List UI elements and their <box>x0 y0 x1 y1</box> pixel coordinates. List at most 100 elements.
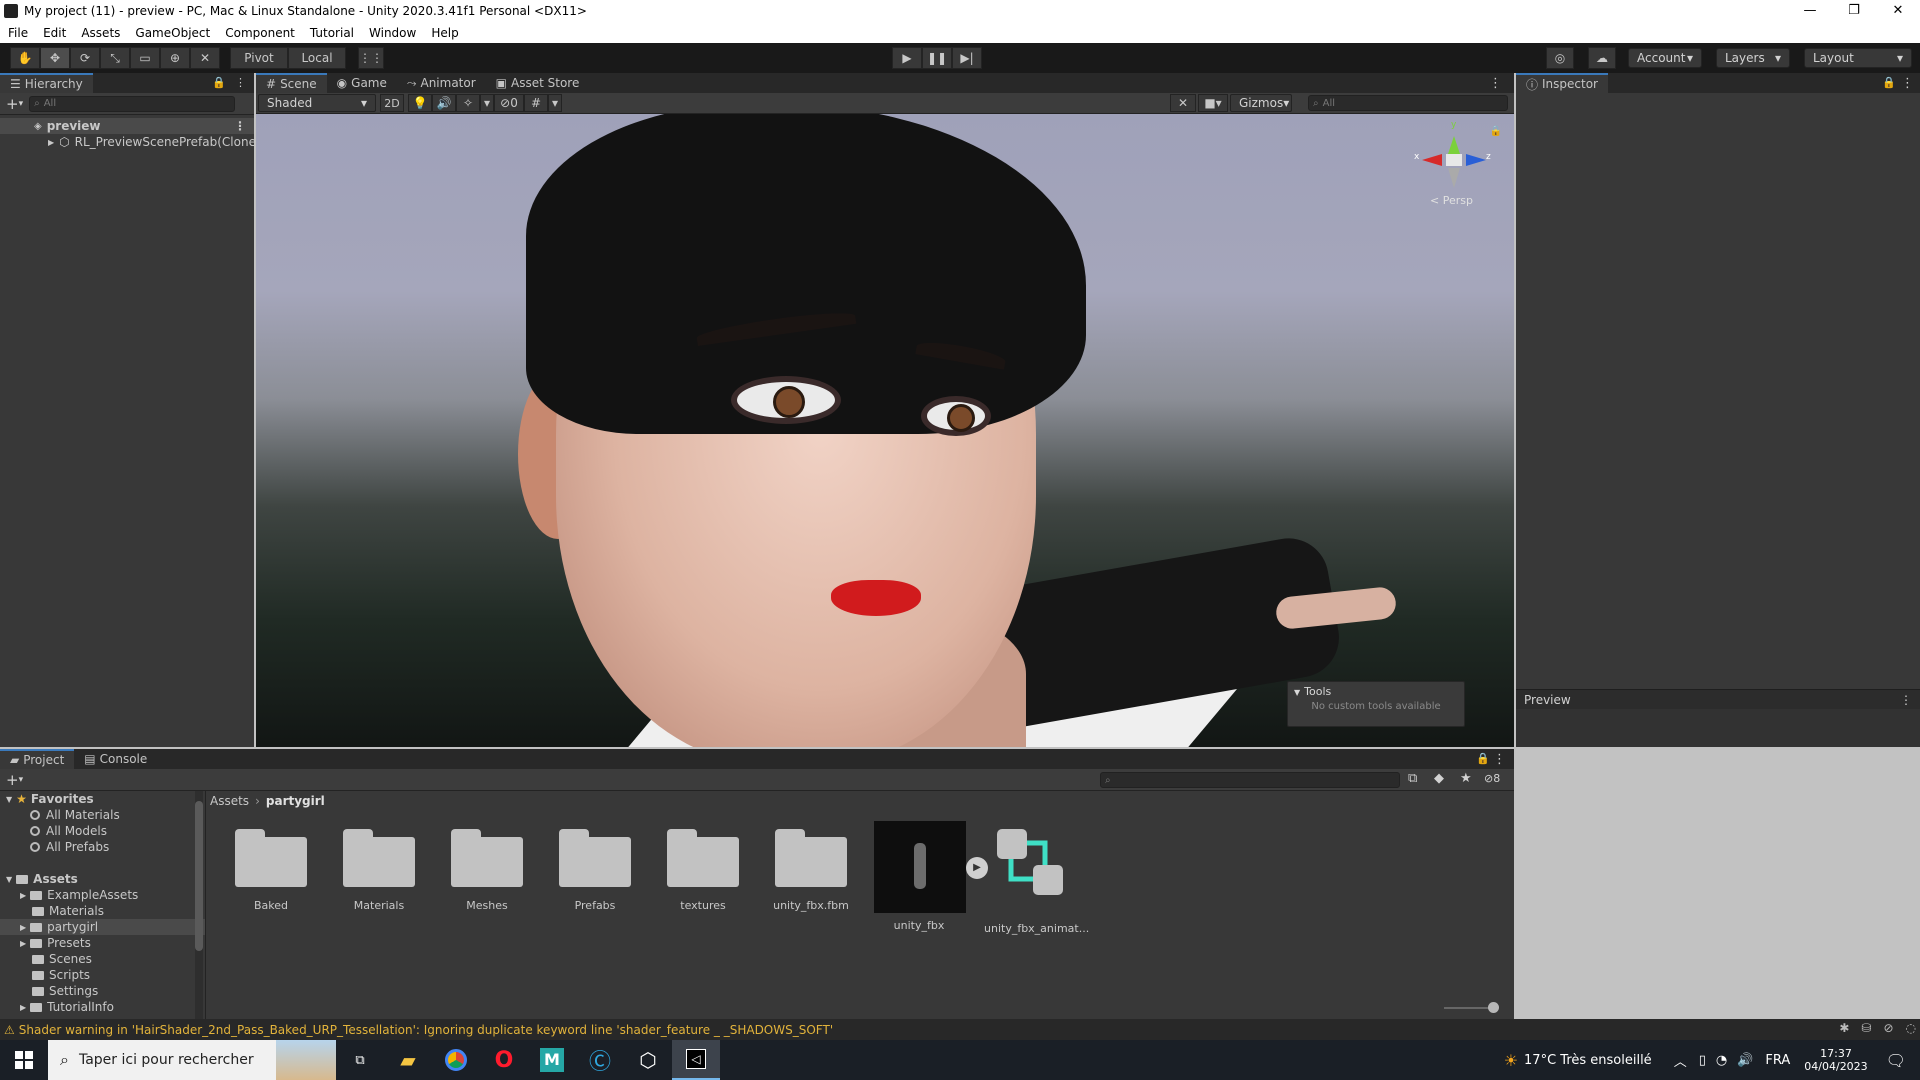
collapse-arrow-icon[interactable]: ▼ <box>6 875 12 884</box>
menu-window[interactable]: Window <box>369 26 416 40</box>
asset-folder[interactable]: Prefabs <box>550 829 640 912</box>
folder-item[interactable]: ▶ Presets <box>0 935 205 951</box>
menu-file[interactable]: File <box>8 26 28 40</box>
pause-button[interactable]: ❚❚ <box>922 47 952 69</box>
kebab-menu-icon[interactable]: ⋮ <box>1489 76 1502 91</box>
effects-icon[interactable]: ✧ <box>456 94 480 112</box>
volume-icon[interactable]: 🔊 <box>1737 1053 1753 1068</box>
filter-type-icon[interactable]: ⧉ <box>1408 771 1417 786</box>
folder-item[interactable]: ▶ ExampleAssets <box>0 887 205 903</box>
chevron-down-icon[interactable]: ▾ <box>548 94 562 112</box>
preview-header[interactable]: Preview ⋮ <box>1516 689 1920 709</box>
expand-arrow-icon[interactable]: ▶ <box>20 891 26 900</box>
lock-icon[interactable]: 🔒 <box>1476 752 1490 765</box>
cloud-icon[interactable]: ☁ <box>1588 47 1616 69</box>
rect-tool-icon[interactable]: ▭ <box>130 47 160 69</box>
expand-arrow-icon[interactable]: ▶ <box>20 923 26 932</box>
unity-hub-icon[interactable]: ⬡ <box>624 1040 672 1080</box>
favorite-item[interactable]: All Models <box>0 823 205 839</box>
assets-row[interactable]: ▼ Assets <box>0 871 205 887</box>
slider-thumb[interactable] <box>1488 1002 1499 1013</box>
kebab-menu-icon[interactable]: ⋮ <box>235 76 246 89</box>
label-tag-icon[interactable]: ◆ <box>1434 771 1444 786</box>
local-toggle[interactable]: Local <box>288 47 346 69</box>
favorites-row[interactable]: ▼ ★ Favorites <box>0 791 205 807</box>
folder-item-selected[interactable]: ▶ partygirl <box>0 919 205 935</box>
gizmos-dropdown[interactable]: Gizmos ▾ <box>1230 94 1292 112</box>
shading-dropdown[interactable]: Shaded ▾ <box>258 94 376 112</box>
folder-item[interactable]: Scripts <box>0 967 205 983</box>
tab-scene[interactable]: # Scene <box>256 73 327 93</box>
breadcrumb-partygirl[interactable]: partygirl <box>266 794 325 808</box>
transform-tool-icon[interactable]: ⊕ <box>160 47 190 69</box>
folder-tree-scrollbar[interactable] <box>195 791 203 1019</box>
tab-inspector[interactable]: ⓘ Inspector <box>1516 73 1608 93</box>
camera-icon[interactable]: ■▾ <box>1198 94 1228 112</box>
tab-project[interactable]: ▰ Project <box>0 749 75 769</box>
scale-tool-icon[interactable]: ⤡ <box>100 47 130 69</box>
scrollbar-thumb[interactable] <box>195 801 203 951</box>
menu-component[interactable]: Component <box>225 26 295 40</box>
file-explorer-icon[interactable]: ▰ <box>384 1040 432 1080</box>
clock[interactable]: 17:37 04/04/2023 <box>1804 1047 1867 1073</box>
custom-tool-icon[interactable]: ✕ <box>190 47 220 69</box>
menu-assets[interactable]: Assets <box>81 26 120 40</box>
collapse-arrow-icon[interactable]: ▼ <box>6 795 12 804</box>
star-icon[interactable]: ★ <box>1460 771 1472 786</box>
grid-toggle-icon[interactable]: # <box>524 94 548 112</box>
move-tool-icon[interactable]: ✥ <box>40 47 70 69</box>
chrome-icon[interactable] <box>432 1040 480 1080</box>
project-search-input[interactable]: ⌕ <box>1100 772 1400 788</box>
chevron-down-icon[interactable]: ▾ <box>19 775 24 785</box>
kebab-menu-icon[interactable]: ⋮ <box>1900 693 1912 707</box>
hand-tool-icon[interactable]: ✋ <box>10 47 40 69</box>
mode-2d-toggle[interactable]: 2D <box>380 94 404 112</box>
battery-icon[interactable]: ▯ <box>1699 1053 1706 1068</box>
debug-off-icon[interactable]: ⊘ <box>1883 1021 1893 1035</box>
collab-icon[interactable]: ◎ <box>1546 47 1574 69</box>
favorite-item[interactable]: All Prefabs <box>0 839 205 855</box>
menu-help[interactable]: Help <box>431 26 458 40</box>
scene-row-preview[interactable]: ◈ preview ⋮ <box>0 118 254 134</box>
rotate-tool-icon[interactable]: ⟳ <box>70 47 100 69</box>
taskbar-search-input[interactable]: ⌕ Taper ici pour rechercher <box>48 1040 336 1080</box>
kebab-menu-icon[interactable]: ⋮ <box>1901 76 1914 91</box>
hierarchy-search-input[interactable]: ⌕ All <box>29 95 236 112</box>
asset-folder[interactable]: Baked <box>226 829 316 912</box>
close-button[interactable]: ✕ <box>1876 0 1920 22</box>
folder-item[interactable]: Settings <box>0 983 205 999</box>
bug-icon[interactable]: ✱ <box>1839 1021 1849 1035</box>
play-button[interactable]: ▶ <box>892 47 922 69</box>
favorite-item[interactable]: All Materials <box>0 807 205 823</box>
expand-arrow-icon[interactable]: ▶ <box>20 939 26 948</box>
chevron-up-icon[interactable]: ︿ <box>1674 1051 1687 1070</box>
hidden-packages-toggle[interactable]: ⊘8 <box>1484 772 1500 785</box>
orientation-gizmo[interactable]: y x z < Persp <box>1414 120 1494 207</box>
lock-icon[interactable]: 🔒 <box>1490 126 1502 137</box>
scene-viewport[interactable]: y x z < Persp 🔒 ▼ Tools No custom tools a… <box>256 114 1514 747</box>
network-icon[interactable]: ◔ <box>1716 1053 1727 1068</box>
status-bar[interactable]: ⚠ Shader warning in 'HairShader_2nd_Pass… <box>0 1019 1920 1040</box>
projection-label[interactable]: < Persp <box>1430 194 1473 207</box>
icon-size-slider[interactable] <box>1444 1002 1499 1013</box>
audio-icon[interactable]: 🔊 <box>432 94 456 112</box>
folder-item[interactable]: Scenes <box>0 951 205 967</box>
status-message[interactable]: Shader warning in 'HairShader_2nd_Pass_B… <box>19 1023 833 1037</box>
weather-text[interactable]: 17°C Très ensoleillé <box>1524 1053 1652 1068</box>
expand-arrow-icon[interactable]: ▶ <box>20 1003 26 1012</box>
hidden-objects-toggle[interactable]: ⊘ 0 <box>494 94 524 112</box>
folder-item[interactable]: ▶ TutorialInfo <box>0 999 205 1015</box>
collapse-arrow-icon[interactable]: ▼ <box>1294 688 1300 697</box>
axis-gizmo-icon[interactable] <box>1414 124 1494 194</box>
folder-item[interactable]: Materials <box>0 903 205 919</box>
lock-icon[interactable]: 🔒 <box>1882 76 1896 89</box>
language-indicator[interactable]: FRA <box>1765 1053 1790 1068</box>
layers-dropdown[interactable]: Layers ▾ <box>1716 48 1790 68</box>
menu-edit[interactable]: Edit <box>43 26 66 40</box>
asset-folder[interactable]: unity_fbx.fbm <box>766 829 856 912</box>
scene-search-input[interactable]: ⌕ All <box>1308 95 1508 111</box>
tools-icon[interactable]: ✕ <box>1170 94 1196 112</box>
account-dropdown[interactable]: Account ▾ <box>1628 48 1702 68</box>
hierarchy-item-prefab[interactable]: ▶ ⬡ RL_PreviewScenePrefab(Clone <box>0 134 256 150</box>
notifications-icon[interactable]: 🗨 <box>1886 1051 1906 1070</box>
